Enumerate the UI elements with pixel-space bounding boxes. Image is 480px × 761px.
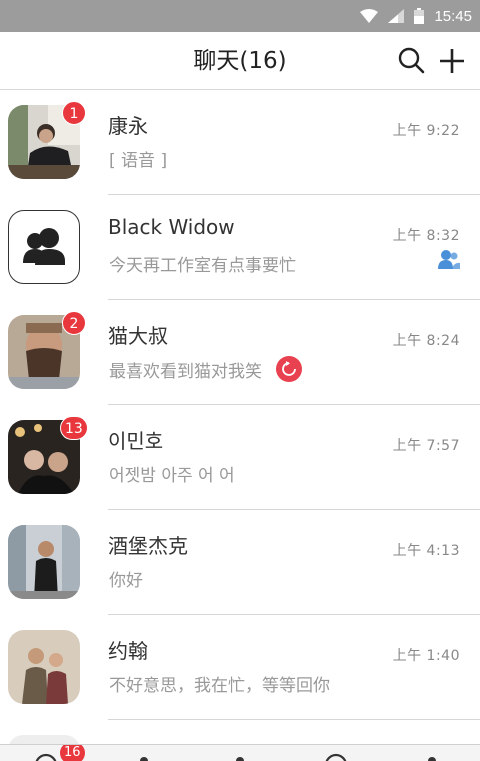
discover-icon [236, 757, 244, 761]
chat-row[interactable]: 13 이민호 어젯밤 아주 어 어 上午 7:57 [0, 405, 480, 510]
message-time: 上午 8:32 [392, 228, 460, 244]
search-icon [398, 47, 425, 74]
unread-badge: 2 [62, 311, 86, 335]
tab-discover[interactable] [192, 745, 288, 761]
tab-contacts[interactable] [96, 745, 192, 761]
message-text: 你好 [109, 571, 143, 591]
last-message: 最喜欢看到猫对我笑 [109, 356, 302, 382]
message-time: 上午 9:22 [392, 123, 460, 139]
battery-icon [414, 8, 425, 24]
chat-row[interactable]: Black Widow 今天再工作室有点事要忙 上午 8:32 [0, 195, 480, 300]
status-bar: 15:45 [0, 0, 480, 32]
profile-icon [428, 757, 436, 761]
last-message: 不好意思，我在忙，等等回你 [109, 671, 330, 696]
plus-icon [440, 49, 464, 73]
tab-me[interactable] [384, 745, 480, 761]
contacts-icon [140, 757, 148, 761]
tab-bar: 16 [0, 744, 480, 761]
last-message: 你好 [109, 566, 143, 591]
chat-row[interactable]: 1 康永 [ 语音 ] 上午 9:22 [0, 90, 480, 195]
last-message: [ 语音 ] [109, 146, 167, 171]
contact-name: 이민호 [108, 429, 164, 453]
unread-badge: 1 [62, 101, 86, 125]
moments-icon [325, 753, 347, 761]
message-text: 어젯밤 아주 어 어 [109, 466, 235, 486]
message-text: [ 语音 ] [109, 151, 168, 171]
contact-name: 酒堡杰克 [108, 534, 188, 558]
add-button[interactable] [436, 45, 468, 77]
avatar [8, 630, 80, 704]
group-chat-icon [438, 250, 460, 269]
message-text: 今天再工作室有点事要忙 [109, 256, 296, 276]
message-time: 上午 7:57 [392, 438, 460, 454]
status-time: 15:45 [434, 7, 472, 25]
contact-name: 康永 [108, 114, 148, 138]
unread-badge: 13 [60, 416, 88, 440]
chat-list: 1 康永 [ 语音 ] 上午 9:22 Black Widow 今天再工作室有点… [0, 90, 480, 750]
group-avatar-icon [23, 228, 65, 265]
tab-moments[interactable] [288, 745, 384, 761]
wifi-icon [360, 9, 379, 23]
avatar [8, 210, 80, 284]
chat-row[interactable]: 2 猫大叔 最喜欢看到猫对我笑 上午 8:24 [0, 300, 480, 405]
search-button[interactable] [396, 45, 428, 77]
last-message: 今天再工作室有点事要忙 [109, 251, 296, 276]
contact-name: 猫大叔 [108, 324, 168, 348]
last-message: 어젯밤 아주 어 어 [109, 461, 235, 486]
resend-icon[interactable] [276, 356, 302, 382]
chat-row[interactable]: 酒堡杰克 你好 上午 4:13 [0, 510, 480, 615]
message-time: 上午 1:40 [392, 648, 460, 664]
app-header: 聊天(16) [0, 32, 480, 90]
tab-badge: 16 [60, 745, 85, 761]
message-text: 最喜欢看到猫对我笑 [109, 361, 262, 382]
tab-chats[interactable]: 16 [0, 745, 96, 761]
avatar [8, 525, 80, 599]
message-time: 上午 8:24 [392, 333, 460, 349]
contact-name: 约翰 [108, 639, 148, 663]
message-time: 上午 4:13 [392, 543, 460, 559]
signal-icon [388, 9, 405, 23]
contact-name: Black Widow [108, 215, 235, 239]
message-text: 不好意思，我在忙，等等回你 [109, 676, 330, 696]
chat-row[interactable]: 约翰 不好意思，我在忙，等等回你 上午 1:40 [0, 615, 480, 720]
